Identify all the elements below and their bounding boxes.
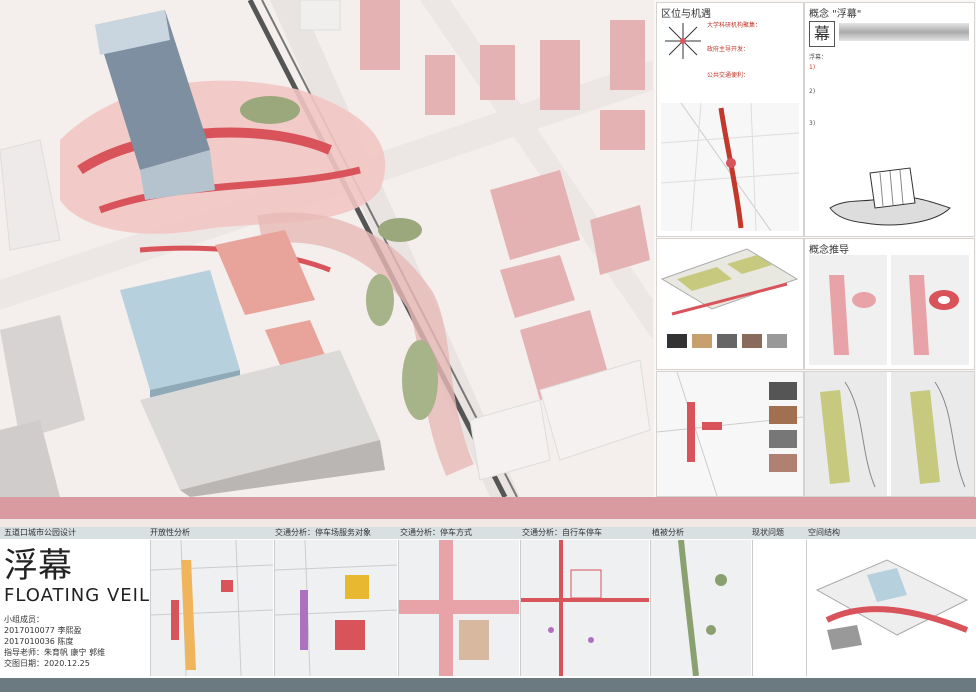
concept-title: 概念 "浮幕" — [809, 9, 862, 20]
pink-divider-band — [0, 497, 976, 519]
right-analysis-column: 区位与机遇 大学科研机构聚集： 政府主导开发： 公共交通便利： 概念 "浮幕" … — [654, 0, 976, 497]
bike-parking-map — [520, 540, 649, 676]
spatial-structure-diagram — [806, 540, 975, 676]
veil-texture-image — [839, 23, 969, 41]
concept-seal-icon: 幕 — [809, 21, 835, 47]
concept-push-title: 概念推导 — [809, 245, 849, 256]
location-note-3: 公共交通便利： — [707, 72, 750, 79]
team-member-1: 2017010077 李熙盈 — [4, 626, 82, 635]
concept-push-diagram — [809, 255, 969, 365]
compass-diagram — [665, 23, 701, 59]
circulation-panel — [656, 371, 804, 497]
section-title-parking-mode: 交通分析：停车方式 — [400, 528, 472, 537]
circulation-diagram — [657, 372, 803, 496]
main-axonometric-plan — [0, 0, 653, 497]
project-title-cn: 浮幕 — [4, 546, 72, 586]
project-title-en: FLOATING VEIL — [4, 585, 150, 606]
light-divider-band — [0, 519, 976, 527]
location-map — [661, 103, 799, 231]
site-plan-drawing — [0, 0, 653, 497]
section-title-vegetation: 植被分析 — [652, 528, 684, 537]
parking-mode-map — [398, 540, 519, 676]
project-site-label: 五道口城市公园设计 — [4, 528, 76, 537]
openness-map — [150, 540, 273, 676]
site-analysis-panel — [656, 238, 804, 370]
concept-note-label: 浮幕： — [809, 54, 828, 61]
team-label: 小组成员： — [4, 615, 44, 624]
section-title-spatial-structure: 空间结构 — [808, 528, 840, 537]
section-title-openness: 开放性分析 — [150, 528, 190, 537]
section-title-bike-parking: 交通分析：自行车停车 — [522, 528, 602, 537]
location-title: 区位与机遇 — [661, 9, 711, 20]
advisor-line: 指导老师：朱育帆 康宁 郭维 — [4, 648, 106, 657]
issues-list — [752, 540, 805, 676]
location-note-2: 政府主导开发： — [707, 46, 750, 53]
footer-bar — [0, 678, 976, 692]
site-analysis-diagram — [660, 248, 799, 348]
parking-service-map — [274, 540, 397, 676]
section-title-issues: 现状问题 — [752, 528, 784, 537]
concept-note-3: 3) — [809, 120, 816, 127]
team-member-2: 2017010036 陈度 — [4, 637, 74, 646]
concept-push-panel: 概念推导 — [804, 238, 975, 370]
location-note-1: 大学科研机构聚集： — [707, 22, 762, 29]
concept-note-2: 2) — [809, 88, 816, 95]
structure-panel — [804, 371, 975, 497]
location-panel: 区位与机遇 大学科研机构聚集： 政府主导开发： 公共交通便利： — [656, 2, 804, 237]
submission-date: 交图日期：2020.12.25 — [4, 659, 90, 668]
structure-diagram — [805, 372, 974, 496]
concept-panel: 概念 "浮幕" 幕 浮幕： 1) 2) 3) — [804, 2, 975, 237]
concept-note-1: 1) — [809, 64, 816, 71]
concept-sketch — [829, 167, 951, 226]
vegetation-map — [650, 540, 751, 676]
section-title-parking-service: 交通分析：停车场服务对象 — [275, 528, 371, 537]
